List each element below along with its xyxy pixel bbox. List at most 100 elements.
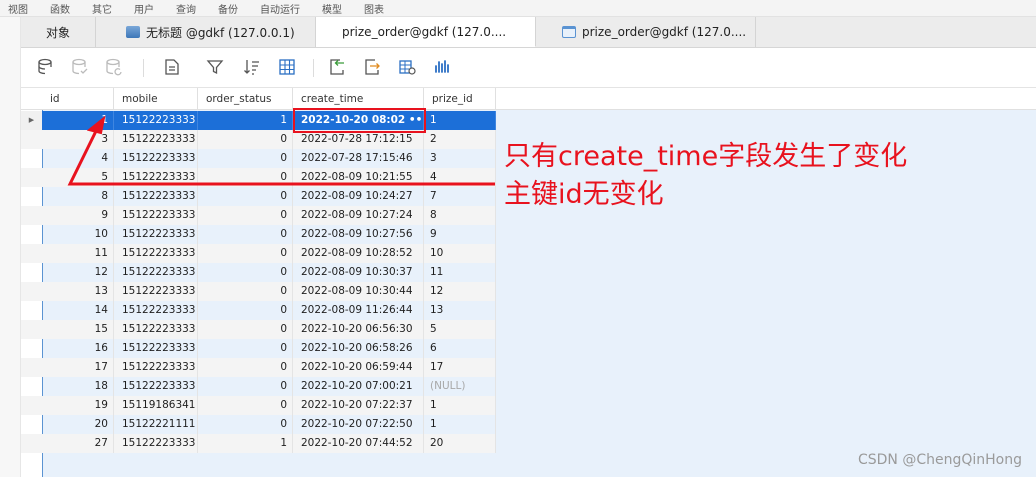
row-marker[interactable] [21,244,42,263]
cell-order-status[interactable]: 0 [198,358,293,377]
cell-prize-id[interactable]: (NULL) [424,377,496,396]
cell-id[interactable]: 10 [42,225,114,244]
cell-id[interactable]: 4 [42,149,114,168]
table-row[interactable]: 10 15122223333 0 2022-08-09 10:27:56 9 [21,225,496,244]
cell-id[interactable]: 18 [42,377,114,396]
row-marker[interactable] [21,282,42,301]
cell-id[interactable]: 27 [42,434,114,453]
cell-mobile[interactable]: 15122223333 [114,225,198,244]
cell-prize-id[interactable]: 11 [424,263,496,282]
current-row-marker[interactable]: ▶ [21,111,42,130]
table-row[interactable]: 18 15122223333 0 2022-10-20 07:00:21 (NULL) [21,377,496,396]
row-marker[interactable] [21,149,42,168]
cell-mobile[interactable]: 15122223333 [114,282,198,301]
cell-prize-id[interactable]: 1 [424,111,496,130]
cell-mobile[interactable]: 15119186341 [114,396,198,415]
cell-create-time[interactable]: 2022-08-09 11:26:44 [293,301,424,320]
cell-id[interactable]: 16 [42,339,114,358]
cell-mobile[interactable]: 15122223333 [114,168,198,187]
tab-prize-order-table[interactable]: prize_order@gdkf (127.0.... [42,17,1036,477]
commit-icon[interactable] [71,58,89,76]
cell-create-time[interactable]: 2022-08-09 10:24:27 [293,187,424,206]
cell-id[interactable]: 20 [42,415,114,434]
cell-id[interactable]: 5 [42,168,114,187]
cell-id[interactable]: 3 [42,130,114,149]
row-marker[interactable] [21,301,42,320]
cell-mobile[interactable]: 15122223333 [114,358,198,377]
cell-prize-id[interactable]: 1 [424,415,496,434]
cell-prize-id[interactable]: 17 [424,358,496,377]
menu-item[interactable]: 视图 [8,1,28,16]
cell-order-status[interactable]: 0 [198,415,293,434]
cell-id[interactable]: 8 [42,187,114,206]
cell-order-status[interactable]: 1 [198,111,293,130]
cell-order-status[interactable]: 0 [198,130,293,149]
cell-create-time[interactable]: 2022-10-20 06:56:30 [293,320,424,339]
row-marker[interactable] [21,415,42,434]
row-marker[interactable] [21,187,42,206]
cell-id[interactable]: 14 [42,301,114,320]
menu-item[interactable]: 用户 [134,1,154,16]
row-marker[interactable] [21,130,42,149]
cell-prize-id[interactable]: 13 [424,301,496,320]
row-marker[interactable] [21,434,42,453]
column-header-prize-id[interactable]: prize_id [424,88,496,110]
cell-prize-id[interactable]: 8 [424,206,496,225]
table-row[interactable]: 15 15122223333 0 2022-10-20 06:56:30 5 [21,320,496,339]
cell-id[interactable]: 12 [42,263,114,282]
cell-create-time[interactable]: 2022-08-09 10:30:44 [293,282,424,301]
row-marker[interactable] [21,206,42,225]
text-view-icon[interactable] [163,58,181,76]
row-marker[interactable] [21,377,42,396]
cell-mobile[interactable]: 15122223333 [114,434,198,453]
cell-create-time[interactable]: 2022-07-28 17:15:46 [293,149,424,168]
table-row[interactable]: 5 15122223333 0 2022-08-09 10:21:55 4 [21,168,496,187]
sort-icon[interactable] [243,58,261,76]
cell-prize-id[interactable]: 9 [424,225,496,244]
chart-icon[interactable] [433,58,451,76]
table-row[interactable]: 17 15122223333 0 2022-10-20 06:59:44 17 [21,358,496,377]
cell-order-status[interactable]: 0 [198,339,293,358]
table-row[interactable]: 4 15122223333 0 2022-07-28 17:15:46 3 [21,149,496,168]
cell-create-time[interactable]: 2022-10-20 07:44:52 [293,434,424,453]
cell-prize-id[interactable]: 7 [424,187,496,206]
cell-create-time[interactable]: 2022-08-09 10:28:52 [293,244,424,263]
cell-mobile[interactable]: 15122223333 [114,111,198,130]
row-marker[interactable] [21,396,42,415]
cell-order-status[interactable]: 0 [198,225,293,244]
cell-prize-id[interactable]: 20 [424,434,496,453]
menu-item[interactable]: 自动运行 [260,1,300,16]
cell-create-time[interactable]: 2022-10-20 07:00:21 [293,377,424,396]
cell-mobile[interactable]: 15122223333 [114,244,198,263]
cell-create-time[interactable]: 2022-10-20 06:59:44 [293,358,424,377]
filter-icon[interactable] [206,58,224,76]
cell-order-status[interactable]: 0 [198,320,293,339]
cell-prize-id[interactable]: 4 [424,168,496,187]
grid-view-icon[interactable] [278,58,296,76]
cell-prize-id[interactable]: 1 [424,396,496,415]
table-row[interactable]: 16 15122223333 0 2022-10-20 06:58:26 6 [21,339,496,358]
row-marker[interactable] [21,263,42,282]
table-row[interactable]: 19 15119186341 0 2022-10-20 07:22:37 1 [21,396,496,415]
cell-mobile[interactable]: 15122223333 [114,130,198,149]
cell-order-status[interactable]: 0 [198,282,293,301]
cell-order-status[interactable]: 0 [198,206,293,225]
cell-prize-id[interactable]: 5 [424,320,496,339]
cell-order-status[interactable]: 0 [198,187,293,206]
table-row[interactable]: 11 15122223333 0 2022-08-09 10:28:52 10 [21,244,496,263]
cell-create-time[interactable]: 2022-08-09 10:21:55 [293,168,424,187]
menu-item[interactable]: 查询 [176,1,196,16]
cell-prize-id[interactable]: 2 [424,130,496,149]
column-header-mobile[interactable]: mobile [114,88,198,110]
rollback-icon[interactable] [105,58,123,76]
data-generation-icon[interactable] [398,58,416,76]
cell-mobile[interactable]: 15122223333 [114,301,198,320]
cell-mobile[interactable]: 15122223333 [114,320,198,339]
cell-create-time[interactable]: 2022-08-09 10:30:37 [293,263,424,282]
row-marker[interactable] [21,339,42,358]
table-row[interactable]: 9 15122223333 0 2022-08-09 10:27:24 8 [21,206,496,225]
cell-mobile[interactable]: 15122223333 [114,377,198,396]
row-marker[interactable] [21,225,42,244]
cell-prize-id[interactable]: 6 [424,339,496,358]
row-marker[interactable] [21,168,42,187]
